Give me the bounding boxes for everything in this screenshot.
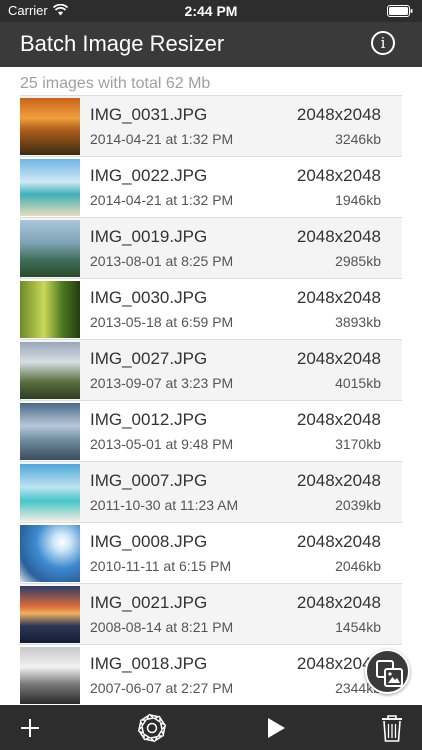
image-thumbnail	[20, 98, 80, 155]
image-date: 2010-11-11 at 6:15 PM	[90, 558, 232, 574]
image-date: 2007-06-07 at 2:27 PM	[90, 680, 234, 696]
status-time: 2:44 PM	[184, 3, 238, 19]
image-row[interactable]: IMG_0012.JPG 2048x2048 2013-05-01 at 9:48 …	[20, 400, 402, 461]
image-thumbnail	[20, 403, 80, 460]
gear-icon	[137, 713, 167, 743]
resize-preview-button[interactable]	[365, 649, 410, 694]
image-filesize: 2039kb	[335, 497, 381, 513]
run-button[interactable]	[260, 713, 290, 743]
page-title: Batch Image Resizer	[20, 31, 225, 56]
image-dimensions: 2048x2048	[296, 410, 381, 429]
image-name: IMG_0022.JPG	[90, 166, 208, 185]
image-dimensions: 2048x2048	[296, 532, 381, 551]
image-date: 2013-09-07 at 3:23 PM	[90, 375, 234, 391]
image-name: IMG_0018.JPG	[90, 654, 208, 673]
image-date: 2014-04-21 at 1:32 PM	[90, 192, 234, 208]
play-icon	[268, 718, 285, 738]
image-thumbnail	[20, 647, 80, 704]
image-thumbnail	[20, 342, 80, 399]
image-date: 2013-08-01 at 8:25 PM	[90, 253, 234, 269]
nav-bar: Batch Image Resizer i	[0, 22, 422, 67]
image-filesize: 3893kb	[335, 314, 381, 330]
image-row[interactable]: IMG_0022.JPG 2048x2048 2014-04-21 at 1:32 …	[20, 156, 402, 217]
image-dimensions: 2048x2048	[296, 166, 381, 185]
image-filesize: 2985kb	[335, 253, 381, 269]
image-thumbnail	[20, 525, 80, 582]
image-name: IMG_0027.JPG	[90, 349, 208, 368]
image-name: IMG_0019.JPG	[90, 227, 208, 246]
image-row[interactable]: IMG_0008.JPG 2048x2048 2010-11-11 at 6:15 …	[20, 522, 402, 583]
image-dimensions: 2048x2048	[296, 288, 381, 307]
image-row[interactable]: IMG_0021.JPG 2048x2048 2008-08-14 at 8:21 …	[20, 583, 402, 644]
image-name: IMG_0031.JPG	[90, 105, 208, 124]
image-filesize: 1946kb	[335, 192, 381, 208]
trash-icon	[382, 715, 402, 742]
image-filesize: 3246kb	[335, 131, 381, 147]
image-thumbnail	[20, 159, 80, 216]
image-filesize: 3170kb	[335, 436, 381, 452]
image-name: IMG_0030.JPG	[90, 288, 208, 307]
add-button[interactable]	[15, 713, 45, 743]
image-thumbnail	[20, 220, 80, 277]
image-dimensions: 2048x2048	[296, 227, 381, 246]
image-date: 2014-04-21 at 1:32 PM	[90, 131, 234, 147]
image-row[interactable]: IMG_0030.JPG 2048x2048 2013-05-18 at 6:59 …	[20, 278, 402, 339]
image-row[interactable]: IMG_0031.JPG 2048x2048 2014-04-21 at 1:32 …	[20, 95, 402, 156]
image-row[interactable]: IMG_0018.JPG 2048x2048 2007-06-07 at 2:27 …	[20, 644, 402, 705]
image-name: IMG_0021.JPG	[90, 593, 208, 612]
image-dimensions: 2048x2048	[296, 593, 381, 612]
images-summary: 25 images with total 62 Mb	[20, 75, 211, 92]
settings-button[interactable]	[137, 713, 167, 743]
image-row[interactable]: IMG_0019.JPG 2048x2048 2013-08-01 at 8:25 …	[20, 217, 402, 278]
image-list: IMG_0031.JPG 2048x2048 2014-04-21 at 1:32 …	[20, 95, 402, 705]
image-name: IMG_0007.JPG	[90, 471, 208, 490]
status-bar: Carrier 2:44 PM	[0, 0, 422, 22]
battery-icon	[387, 5, 413, 17]
image-row[interactable]: IMG_0007.JPG 2048x2048 2011-10-30 at 11:23…	[20, 461, 402, 522]
bottom-toolbar	[0, 705, 422, 750]
image-date: 2008-08-14 at 8:21 PM	[90, 619, 234, 635]
image-date: 2013-05-18 at 6:59 PM	[90, 314, 234, 330]
image-filesize: 4015kb	[335, 375, 381, 391]
image-date: 2013-05-01 at 9:48 PM	[90, 436, 234, 452]
image-dimensions: 2048x2048	[296, 105, 381, 124]
plus-icon	[21, 719, 39, 737]
image-dimensions: 2048x2048	[296, 471, 381, 490]
image-thumbnail	[20, 281, 80, 338]
image-name: IMG_0008.JPG	[90, 532, 208, 551]
image-row[interactable]: IMG_0027.JPG 2048x2048 2013-09-07 at 3:23 …	[20, 339, 402, 400]
image-thumbnail	[20, 586, 80, 643]
delete-button[interactable]	[377, 713, 407, 743]
image-name: IMG_0012.JPG	[90, 410, 208, 429]
image-resize-icon	[376, 660, 403, 687]
image-thumbnail	[20, 464, 80, 521]
info-icon[interactable]: i	[371, 31, 395, 55]
image-filesize: 2046kb	[335, 558, 381, 574]
image-filesize: 1454kb	[335, 619, 381, 635]
image-date: 2011-10-30 at 11:23 AM	[90, 497, 239, 513]
image-dimensions: 2048x2048	[296, 349, 381, 368]
